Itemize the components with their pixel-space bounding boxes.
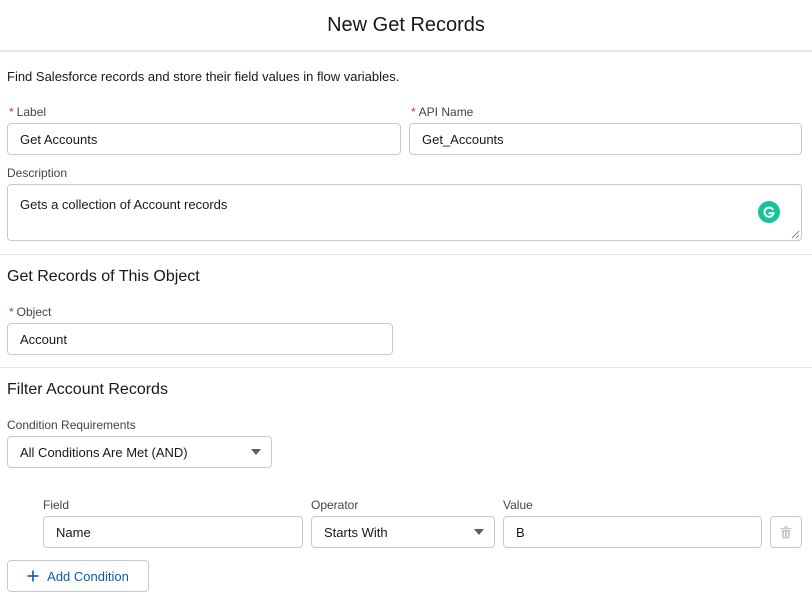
intro-text: Find Salesforce records and store their … bbox=[7, 69, 400, 84]
operator-column-header: Operator bbox=[311, 498, 359, 512]
resize-handle-icon[interactable] bbox=[791, 230, 800, 239]
required-marker: * bbox=[411, 105, 416, 119]
label-field-label-text: Label bbox=[16, 105, 47, 119]
condition-operator-value: Starts With bbox=[324, 524, 388, 540]
value-column-header: Value bbox=[503, 498, 533, 512]
field-column-header: Field bbox=[43, 498, 70, 512]
delete-condition-button[interactable] bbox=[770, 516, 802, 548]
api-name-field-label-text: API Name bbox=[418, 105, 474, 119]
condition-requirements-label: Condition Requirements bbox=[7, 418, 136, 432]
condition-field-input[interactable]: Name bbox=[43, 516, 303, 548]
chevron-down-icon bbox=[474, 529, 484, 535]
add-condition-button[interactable]: Add Condition bbox=[7, 560, 149, 592]
condition-requirements-select[interactable]: All Conditions Are Met (AND) bbox=[7, 436, 272, 468]
grammarly-icon[interactable] bbox=[758, 201, 780, 223]
condition-value-input[interactable]: B bbox=[503, 516, 762, 548]
object-input[interactable]: Account bbox=[7, 323, 393, 355]
condition-operator-select[interactable]: Starts With bbox=[311, 516, 495, 548]
required-marker: * bbox=[9, 305, 14, 319]
object-field-label: * Object bbox=[9, 305, 51, 319]
modal-header: New Get Records bbox=[0, 0, 812, 52]
section-divider bbox=[0, 367, 812, 368]
modal-title: New Get Records bbox=[327, 13, 485, 36]
filter-section-title: Filter Account Records bbox=[7, 381, 168, 398]
label-field-label: * Label bbox=[9, 105, 46, 119]
api-name-field-label: * API Name bbox=[411, 105, 473, 119]
section-divider bbox=[0, 254, 812, 255]
label-input[interactable]: Get Accounts bbox=[7, 123, 401, 155]
object-field-label-text: Object bbox=[16, 305, 52, 319]
description-textarea[interactable]: Gets a collection of Account records bbox=[7, 184, 802, 241]
description-field-label: Description bbox=[7, 166, 68, 180]
plus-icon bbox=[27, 570, 39, 582]
required-marker: * bbox=[9, 105, 14, 119]
add-condition-label: Add Condition bbox=[47, 568, 129, 584]
condition-requirements-value: All Conditions Are Met (AND) bbox=[20, 444, 188, 460]
chevron-down-icon bbox=[251, 449, 261, 455]
grammarly-glyph bbox=[763, 206, 775, 218]
api-name-input[interactable]: Get_Accounts bbox=[409, 123, 802, 155]
trash-icon bbox=[780, 525, 792, 538]
object-section-title: Get Records of This Object bbox=[7, 268, 200, 285]
